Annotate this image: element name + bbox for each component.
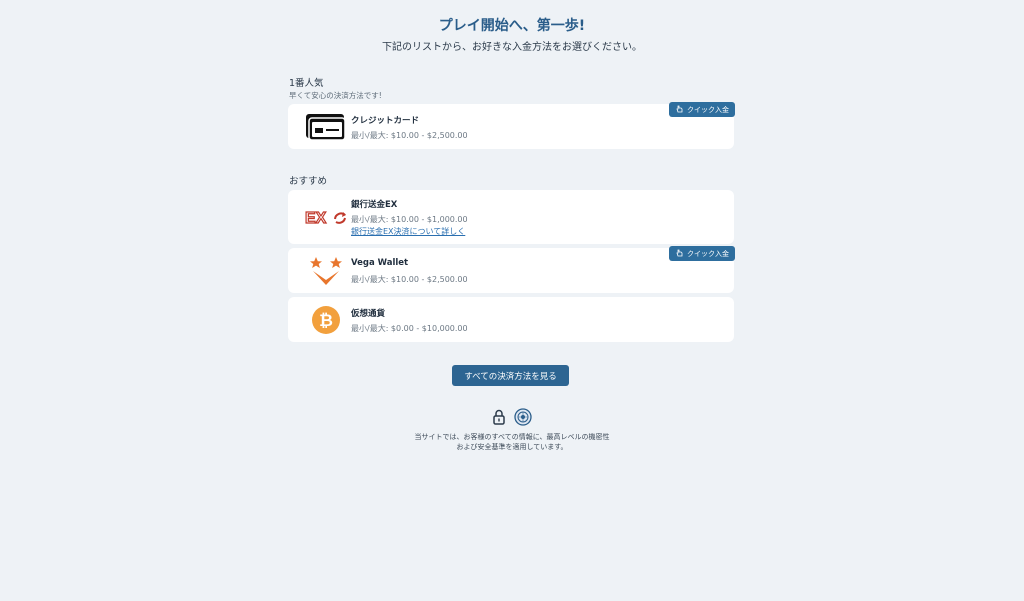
method-limit: 最小/最大: $10.00 - $1,000.00 bbox=[351, 215, 468, 224]
payment-method-crypto[interactable]: ₿ 仮想通貨 最小/最大: $0.00 - $10,000.00 bbox=[288, 297, 734, 342]
lock-icon bbox=[492, 409, 506, 429]
bank-transfer-ex-logo: EX bbox=[296, 190, 356, 244]
payment-method-credit-card[interactable]: クレジットカード 最小/最大: $10.00 - $2,500.00 クイック入… bbox=[288, 102, 735, 149]
method-limit: 最小/最大: $10.00 - $2,500.00 bbox=[351, 131, 468, 140]
security-icons bbox=[0, 408, 1024, 430]
recommended-section-title: おすすめ bbox=[289, 176, 328, 187]
security-notice-line1: 当サイトでは、お客様のすべての情報に、最高レベルの機密性 bbox=[414, 433, 610, 441]
popular-section-subtitle: 早くて安心の決済方法です! bbox=[289, 91, 382, 100]
deposit-page: プレイ開始へ、第一歩! 下記のリストから、お好きな入金方法をお選びください。 1… bbox=[0, 0, 1024, 601]
credit-card-icon bbox=[296, 104, 356, 149]
page-subtitle: 下記のリストから、お好きな入金方法をお選びください。 bbox=[382, 42, 642, 53]
payment-method-bank-transfer-ex[interactable]: EX 銀行送金EX 最小/最大: $10.00 - $1,000.00 銀行送金… bbox=[288, 190, 734, 244]
quick-deposit-label: クイック入金 bbox=[687, 105, 729, 114]
method-limit: 最小/最大: $0.00 - $10,000.00 bbox=[351, 324, 468, 333]
security-notice: 当サイトでは、お客様のすべての情報に、最高レベルの機密性 および安全基準を適用し… bbox=[0, 432, 1024, 452]
vega-wallet-logo bbox=[296, 248, 356, 293]
bank-transfer-details-link[interactable]: 銀行送金EX決済について詳しく bbox=[351, 226, 465, 237]
security-seal-icon bbox=[514, 408, 532, 430]
quick-deposit-label: クイック入金 bbox=[687, 249, 729, 258]
method-name: クレジットカード bbox=[351, 116, 420, 126]
svg-text:EX: EX bbox=[305, 210, 327, 227]
method-name: Vega Wallet bbox=[351, 258, 409, 268]
quick-deposit-badge: クイック入金 bbox=[669, 246, 735, 261]
hand-pointer-icon bbox=[675, 249, 683, 259]
hand-pointer-icon bbox=[675, 105, 683, 115]
method-name: 仮想通貨 bbox=[351, 309, 386, 319]
page-title: プレイ開始へ、第一歩! bbox=[438, 18, 586, 34]
svg-text:₿: ₿ bbox=[319, 311, 333, 331]
quick-deposit-badge: クイック入金 bbox=[669, 102, 735, 117]
view-all-methods-button[interactable]: すべての決済方法を見る bbox=[452, 365, 569, 386]
method-limit: 最小/最大: $10.00 - $2,500.00 bbox=[351, 275, 468, 284]
security-notice-line2: および安全基準を適用しています。 bbox=[456, 443, 568, 451]
bitcoin-icon: ₿ bbox=[296, 297, 356, 342]
popular-section-title: 1番人気 bbox=[289, 78, 324, 89]
method-name: 銀行送金EX bbox=[351, 200, 398, 210]
payment-method-vega-wallet[interactable]: Vega Wallet 最小/最大: $10.00 - $2,500.00 クイ… bbox=[288, 246, 735, 293]
